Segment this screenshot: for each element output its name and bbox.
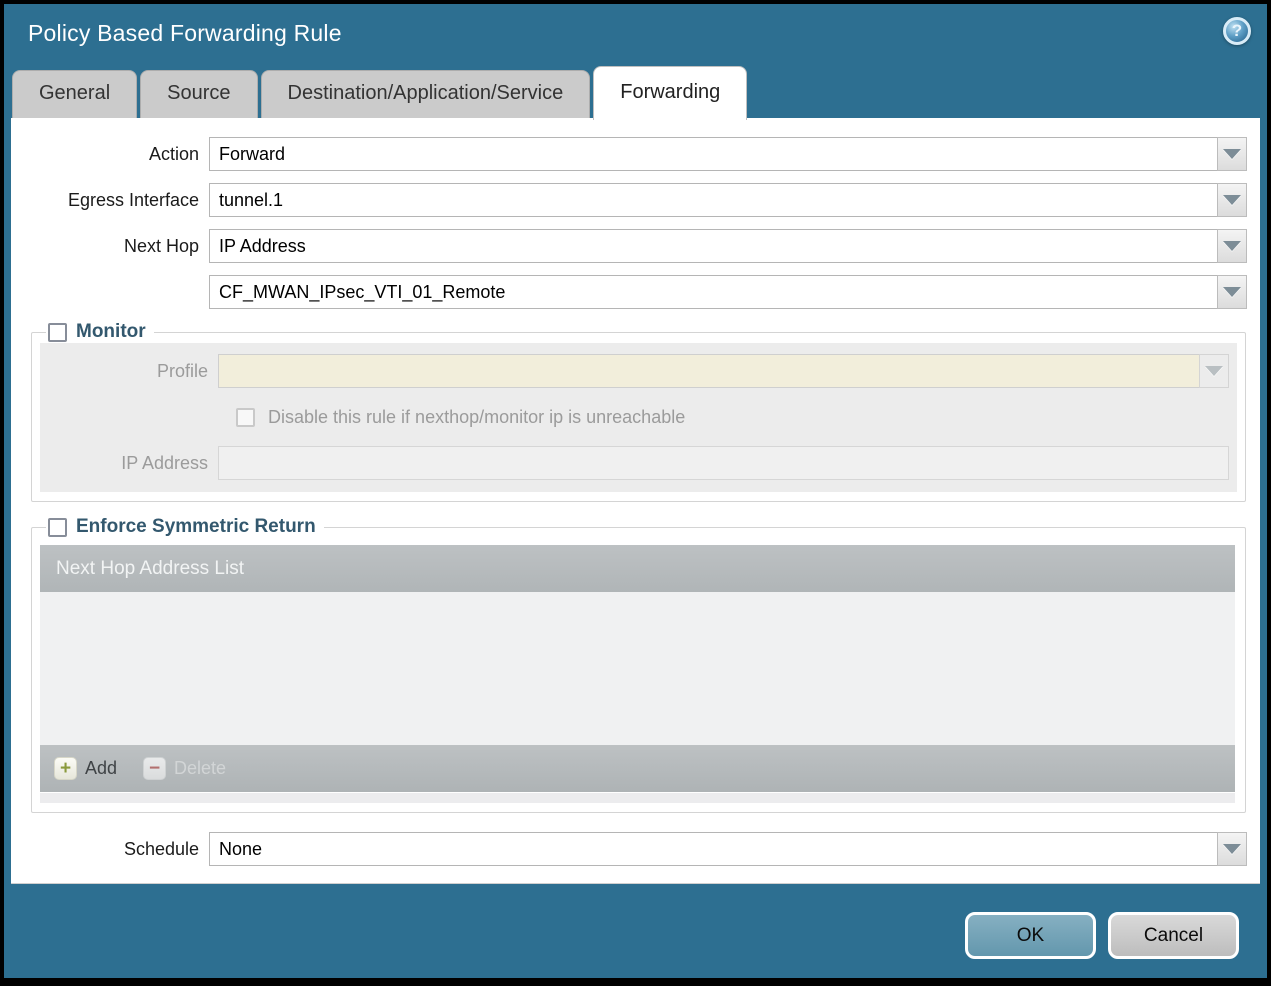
monitor-legend: Monitor	[46, 321, 154, 343]
chevron-down-icon	[1223, 241, 1241, 251]
table-scrollbar-track[interactable]	[40, 793, 1235, 803]
monitor-ip-input	[218, 446, 1229, 480]
schedule-select[interactable]: None	[209, 832, 1247, 866]
disable-rule-checkbox	[236, 407, 255, 427]
egress-interface-dropdown-button[interactable]	[1217, 183, 1247, 217]
monitor-checkbox[interactable]	[48, 322, 67, 342]
dialog-footer: OK Cancel	[4, 884, 1267, 978]
symmetric-return-legend-label: Enforce Symmetric Return	[76, 516, 316, 537]
profile-dropdown-button	[1199, 354, 1229, 388]
disable-rule-row: Disable this rule if nexthop/monitor ip …	[236, 403, 1237, 431]
next-hop-address-row: CF_MWAN_IPsec_VTI_01_Remote	[11, 275, 1260, 309]
schedule-dropdown-button[interactable]	[1217, 832, 1247, 866]
add-button-label: Add	[85, 758, 118, 778]
table-toolbar: + Add − Delete	[40, 745, 1235, 792]
monitor-legend-label: Monitor	[76, 321, 146, 342]
delete-button: − Delete	[143, 757, 226, 780]
cancel-button[interactable]: Cancel	[1108, 912, 1239, 959]
chevron-down-icon	[1223, 195, 1241, 205]
table-header-label: Next Hop Address List	[56, 557, 244, 579]
schedule-label: Schedule	[123, 838, 199, 859]
next-hop-type-value[interactable]: IP Address	[209, 229, 1217, 263]
symmetric-return-legend: Enforce Symmetric Return	[46, 516, 324, 538]
chevron-down-icon	[1223, 149, 1241, 159]
tab-general[interactable]: General	[12, 70, 138, 118]
table-header: Next Hop Address List	[40, 545, 1235, 592]
help-icon[interactable]: ?	[1223, 17, 1251, 45]
tab-destination-application-service[interactable]: Destination/Application/Service	[260, 70, 591, 118]
profile-row: Profile	[40, 354, 1237, 388]
tab-strip: General Source Destination/Application/S…	[4, 62, 1267, 120]
action-row: Action Forward	[11, 137, 1260, 171]
schedule-value[interactable]: None	[209, 832, 1217, 866]
schedule-row: Schedule None	[11, 832, 1260, 866]
chevron-down-icon	[1223, 844, 1241, 854]
chevron-down-icon	[1205, 366, 1223, 376]
monitor-section: Monitor Profile Disable this rule if nex…	[31, 321, 1246, 502]
next-hop-type-select[interactable]: IP Address	[209, 229, 1247, 263]
chevron-down-icon	[1223, 287, 1241, 297]
egress-interface-row: Egress Interface tunnel.1	[11, 183, 1260, 217]
action-dropdown-button[interactable]	[1217, 137, 1247, 171]
monitor-ip-label: IP Address	[121, 452, 208, 473]
pbf-rule-dialog: Policy Based Forwarding Rule ? General S…	[4, 4, 1267, 978]
next-hop-type-dropdown-button[interactable]	[1217, 229, 1247, 263]
page-title: Policy Based Forwarding Rule	[28, 19, 342, 46]
delete-button-label: Delete	[174, 758, 227, 778]
next-hop-row: Next Hop IP Address	[11, 229, 1260, 263]
egress-interface-value[interactable]: tunnel.1	[209, 183, 1217, 217]
next-hop-address-table: Next Hop Address List + Add − Delete	[40, 545, 1235, 803]
next-hop-address-select[interactable]: CF_MWAN_IPsec_VTI_01_Remote	[209, 275, 1247, 309]
add-button[interactable]: + Add	[54, 757, 117, 780]
profile-label: Profile	[156, 360, 208, 381]
next-hop-label: Next Hop	[123, 235, 199, 256]
tab-forwarding[interactable]: Forwarding	[593, 66, 748, 120]
monitor-panel: Profile Disable this rule if nexthop/mon…	[40, 343, 1237, 492]
egress-interface-select[interactable]: tunnel.1	[209, 183, 1247, 217]
profile-value	[218, 354, 1199, 388]
ok-button[interactable]: OK	[965, 912, 1096, 959]
monitor-ip-row: IP Address	[40, 446, 1237, 480]
next-hop-address-dropdown-button[interactable]	[1217, 275, 1247, 309]
disable-rule-label: Disable this rule if nexthop/monitor ip …	[268, 406, 686, 427]
symmetric-return-section: Enforce Symmetric Return Next Hop Addres…	[31, 516, 1246, 813]
profile-select	[218, 354, 1229, 388]
action-select[interactable]: Forward	[209, 137, 1247, 171]
symmetric-return-checkbox[interactable]	[48, 517, 67, 537]
action-label: Action	[148, 143, 199, 164]
egress-interface-label: Egress Interface	[67, 189, 199, 210]
forwarding-panel: Action Forward Egress Interface tunnel.1…	[11, 118, 1260, 884]
table-body-empty	[40, 592, 1235, 745]
title-bar: Policy Based Forwarding Rule ?	[4, 4, 1267, 62]
add-icon: +	[54, 757, 77, 780]
tab-source[interactable]: Source	[140, 70, 258, 118]
next-hop-address-value[interactable]: CF_MWAN_IPsec_VTI_01_Remote	[209, 275, 1217, 309]
action-value[interactable]: Forward	[209, 137, 1217, 171]
delete-icon: −	[143, 757, 167, 780]
